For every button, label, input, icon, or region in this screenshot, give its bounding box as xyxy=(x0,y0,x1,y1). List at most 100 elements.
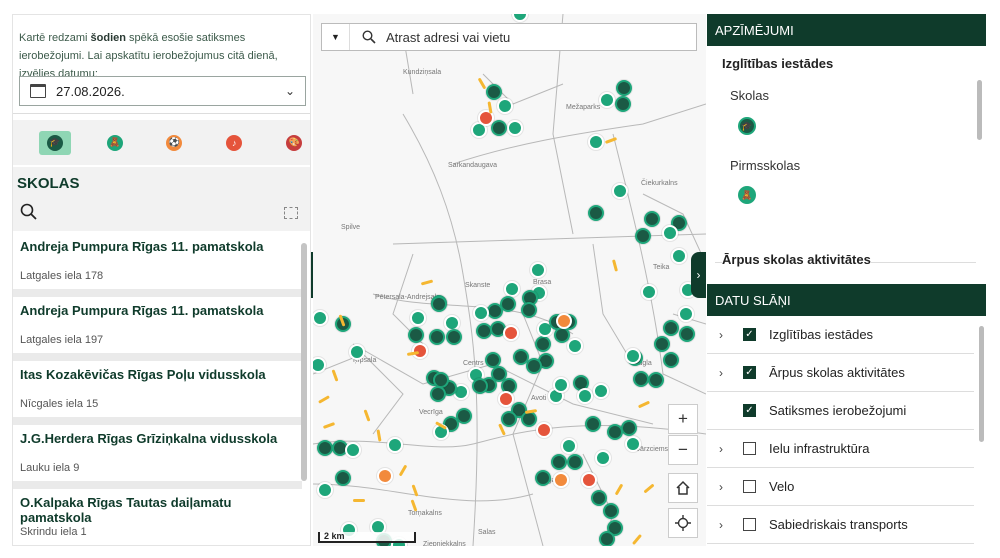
preschool-marker-icon[interactable] xyxy=(612,183,628,199)
school-marker-icon[interactable] xyxy=(663,320,679,336)
school-marker-icon[interactable] xyxy=(633,371,649,387)
school-marker-icon[interactable] xyxy=(644,211,660,227)
category-pirmsskolas-button[interactable]: 🧸 xyxy=(99,131,131,155)
sport-marker-icon[interactable] xyxy=(553,472,569,488)
school-marker-icon[interactable] xyxy=(585,416,601,432)
layers-header[interactable]: DATU SLĀŅI xyxy=(707,284,986,316)
zoom-in-button[interactable]: + xyxy=(668,404,698,434)
school-marker-icon[interactable] xyxy=(615,96,631,112)
category-muzika-button[interactable]: ♪ xyxy=(218,131,250,155)
school-marker-icon[interactable] xyxy=(621,420,637,436)
locate-button[interactable] xyxy=(668,508,698,538)
list-item[interactable]: J.G.Herdera Rīgas Grīziņkalna vidusskola… xyxy=(13,425,302,489)
traffic-restriction-marker[interactable] xyxy=(353,499,365,502)
zoom-out-button[interactable]: − xyxy=(668,435,698,465)
sport-marker-icon[interactable] xyxy=(377,468,393,484)
preschool-marker-icon[interactable] xyxy=(387,437,403,453)
preschool-marker-icon[interactable] xyxy=(507,120,523,136)
school-marker-icon[interactable] xyxy=(663,352,679,368)
preschool-marker-icon[interactable] xyxy=(349,344,365,360)
school-marker-icon[interactable] xyxy=(616,80,632,96)
preschool-marker-icon[interactable] xyxy=(625,436,641,452)
school-marker-icon[interactable] xyxy=(486,84,502,100)
search-icon[interactable] xyxy=(20,203,38,221)
layer-row[interactable]: ✓ Satiksmes ierobežojumi xyxy=(707,392,974,430)
preschool-marker-icon[interactable] xyxy=(530,262,546,278)
school-marker-icon[interactable] xyxy=(487,303,503,319)
layer-row[interactable]: › Sabiedriskais transports xyxy=(707,506,974,544)
school-marker-icon[interactable] xyxy=(513,349,529,365)
preschool-marker-icon[interactable] xyxy=(473,305,489,321)
school-marker-icon[interactable] xyxy=(599,531,615,546)
chevron-right-icon[interactable]: › xyxy=(707,328,735,342)
school-marker-icon[interactable] xyxy=(431,296,447,312)
list-scrollbar[interactable] xyxy=(301,243,307,481)
layer-checkbox[interactable]: ✓ xyxy=(743,328,756,341)
preschool-marker-icon[interactable] xyxy=(588,134,604,150)
preschool-marker-icon[interactable] xyxy=(410,310,426,326)
school-marker-icon[interactable] xyxy=(526,358,542,374)
layer-checkbox[interactable] xyxy=(743,518,756,531)
school-marker-icon[interactable] xyxy=(679,326,695,342)
school-marker-icon[interactable] xyxy=(654,336,670,352)
collapse-right-button[interactable]: › xyxy=(691,252,706,298)
music-marker-icon[interactable] xyxy=(536,422,552,438)
preschool-marker-icon[interactable] xyxy=(599,92,615,108)
school-marker-icon[interactable] xyxy=(607,424,623,440)
chevron-right-icon[interactable]: › xyxy=(707,518,735,532)
school-marker-icon[interactable] xyxy=(430,386,446,402)
chevron-right-icon[interactable]: › xyxy=(707,480,735,494)
layer-row[interactable]: › Velo xyxy=(707,468,974,506)
school-marker-icon[interactable] xyxy=(588,205,604,221)
list-item[interactable]: Andreja Pumpura Rīgas 11. pamatskola Latg… xyxy=(13,233,302,297)
school-marker-icon[interactable] xyxy=(567,454,583,470)
music-marker-icon[interactable] xyxy=(503,325,519,341)
address-search[interactable]: ▼ Atrast adresi vai vietu xyxy=(321,23,697,51)
search-input[interactable]: Atrast adresi vai vietu xyxy=(386,30,510,45)
legend-header[interactable]: APZĪMĒJUMI xyxy=(707,14,986,46)
preschool-marker-icon[interactable] xyxy=(561,438,577,454)
school-marker-icon[interactable] xyxy=(535,470,551,486)
preschool-marker-icon[interactable] xyxy=(641,284,657,300)
layer-checkbox[interactable]: ✓ xyxy=(743,404,756,417)
list-item[interactable]: Andreja Pumpura Rīgas 11. pamatskola Latg… xyxy=(13,297,302,361)
chevron-right-icon[interactable]: › xyxy=(707,442,735,456)
sport-marker-icon[interactable] xyxy=(556,313,572,329)
school-marker-icon[interactable] xyxy=(648,372,664,388)
layer-row[interactable]: › Ielu infrastruktūra xyxy=(707,430,974,468)
legend-scrollbar[interactable] xyxy=(977,80,982,140)
school-marker-icon[interactable] xyxy=(335,470,351,486)
date-picker[interactable]: 27.08.2026. ⌄ xyxy=(19,76,306,106)
preschool-marker-icon[interactable] xyxy=(662,225,678,241)
list-item[interactable]: O.Kalpaka Rīgas Tautas daiļamatu pamatsk… xyxy=(13,489,302,545)
school-marker-icon[interactable] xyxy=(635,228,651,244)
layer-row[interactable]: › ✓ Izglītības iestādes xyxy=(707,316,974,354)
preschool-marker-icon[interactable] xyxy=(595,450,611,466)
category-skolas-button[interactable]: 🎓 xyxy=(39,130,71,155)
school-marker-icon[interactable] xyxy=(429,329,445,345)
search-dropdown-button[interactable]: ▼ xyxy=(322,24,350,50)
map[interactable]: Kundziņsala Mežaparks Sarkandaugava Čiekurk… xyxy=(313,14,706,546)
preschool-marker-icon[interactable] xyxy=(678,306,694,322)
preschool-marker-icon[interactable] xyxy=(317,482,333,498)
school-marker-icon[interactable] xyxy=(317,440,333,456)
preschool-marker-icon[interactable] xyxy=(593,383,609,399)
layer-checkbox[interactable] xyxy=(743,442,756,455)
preschool-marker-icon[interactable] xyxy=(497,98,513,114)
category-maksla-button[interactable]: 🎨 xyxy=(278,131,310,155)
preschool-marker-icon[interactable] xyxy=(625,348,641,364)
school-marker-icon[interactable] xyxy=(603,503,619,519)
preschool-marker-icon[interactable] xyxy=(553,377,569,393)
school-marker-icon[interactable] xyxy=(535,336,551,352)
school-marker-icon[interactable] xyxy=(521,302,537,318)
layer-row[interactable]: › ✓ Ārpus skolas aktivitātes xyxy=(707,354,974,392)
layer-checkbox[interactable] xyxy=(743,480,756,493)
school-marker-icon[interactable] xyxy=(472,378,488,394)
layers-scrollbar[interactable] xyxy=(979,326,984,442)
school-marker-icon[interactable] xyxy=(501,411,517,427)
list-item[interactable]: Itas Kozakēvičas Rīgas Poļu vidusskola Nī… xyxy=(13,361,302,425)
school-marker-icon[interactable] xyxy=(591,490,607,506)
layer-checkbox[interactable]: ✓ xyxy=(743,366,756,379)
preschool-marker-icon[interactable] xyxy=(504,281,520,297)
school-marker-icon[interactable] xyxy=(491,120,507,136)
